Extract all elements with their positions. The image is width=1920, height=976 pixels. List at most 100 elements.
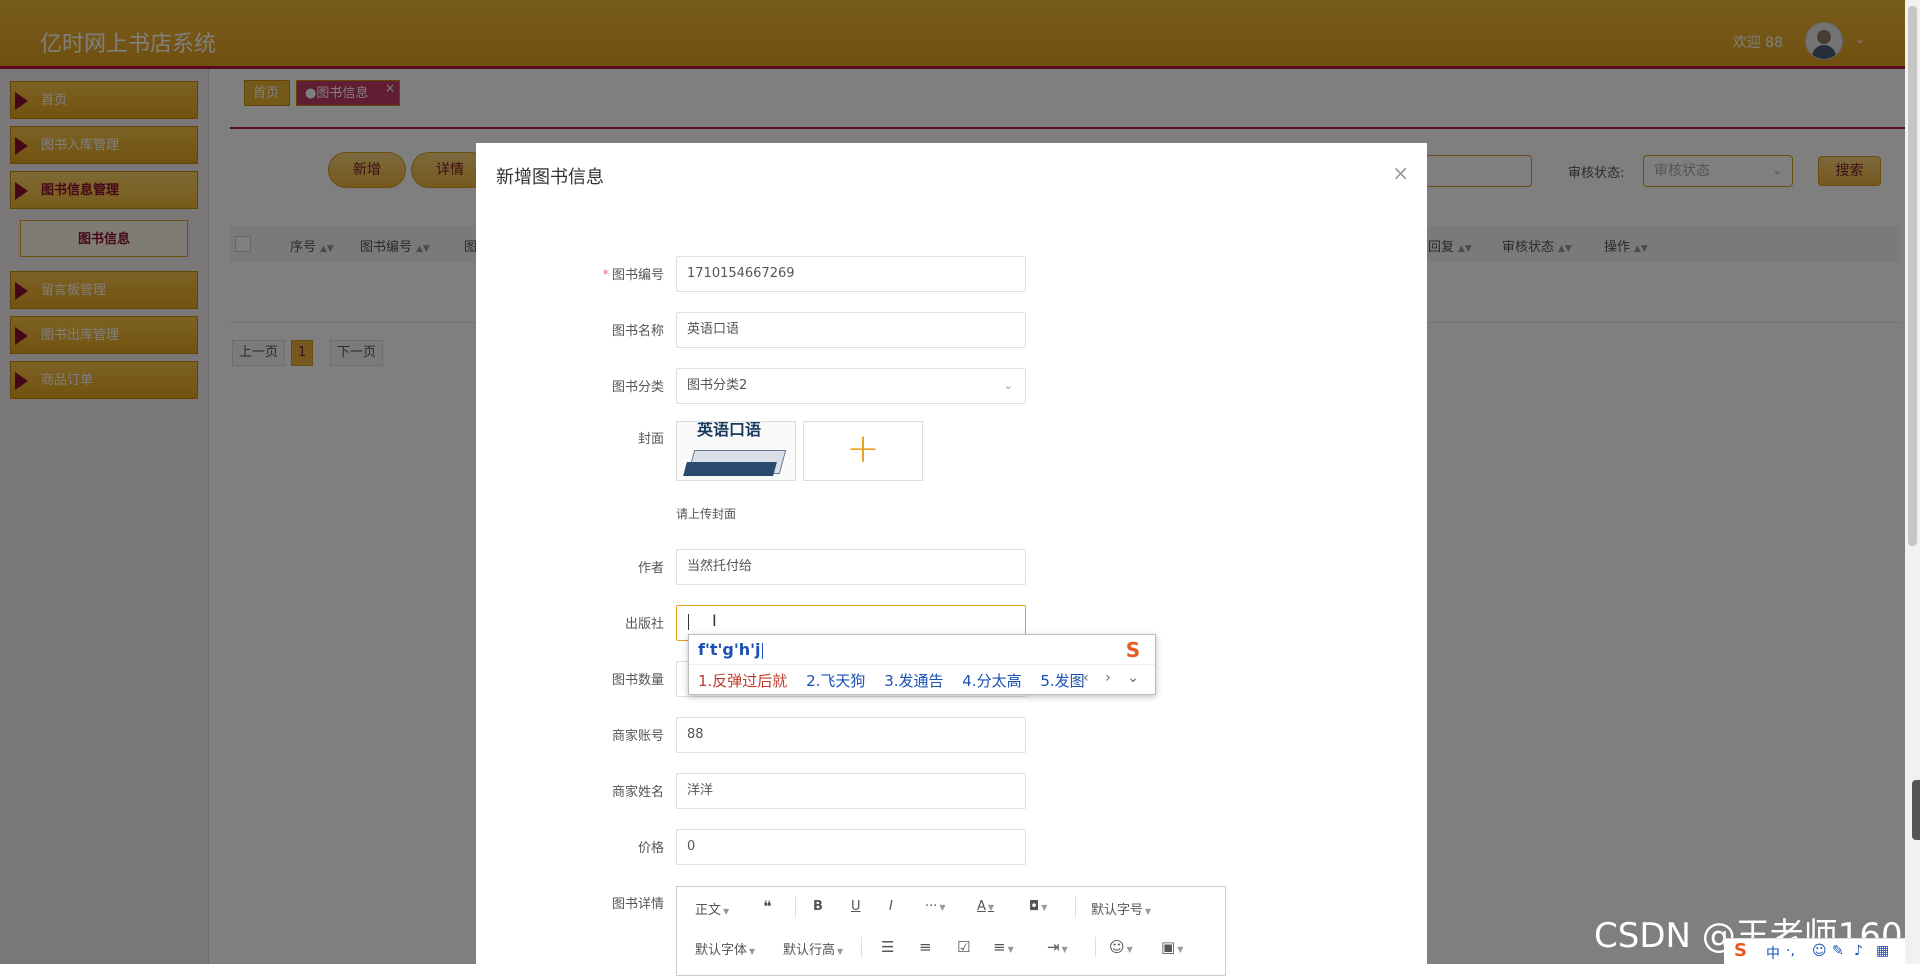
language-toggle[interactable]: 中 xyxy=(1766,943,1780,963)
caret-down-icon: ▼ xyxy=(1041,903,1048,912)
indent-dropdown[interactable]: ⇥ ▼ xyxy=(1047,938,1068,956)
ime-candidate-window: f't'g'h'j S 1.反弹过后就 2.飞天狗 3.发通告 4.分太高 5.… xyxy=(688,634,1156,695)
toolbar-label: 正文 xyxy=(695,903,722,918)
image-dropdown[interactable]: ▣ ▼ xyxy=(1161,938,1183,956)
background-color-icon: ◘ xyxy=(1029,899,1040,914)
label-merchant-name: 商家姓名 xyxy=(611,785,664,800)
caret-down-icon: ▼ xyxy=(749,947,756,956)
rich-text-editor[interactable]: 正文 ▼ ❝ B U I ··· ▼ A ▼ ◘ ▼ 默认字号 ▼ 默认字体 ▼ 默认行高 ▼… xyxy=(676,886,1226,976)
italic-icon[interactable]: I xyxy=(889,899,893,914)
cover-thumbnail-text: 英语口语 xyxy=(697,421,762,439)
more-icon: ··· xyxy=(925,899,938,914)
label-publisher: 出版社 xyxy=(624,617,664,632)
font-size-dropdown[interactable]: 默认字号 ▼ xyxy=(1091,899,1151,918)
underline-icon[interactable]: U xyxy=(851,899,861,914)
align-dropdown[interactable]: ≡ ▼ xyxy=(993,938,1014,956)
merchant-name-input[interactable]: 洋洋 xyxy=(676,773,1026,809)
caret-down-icon: ▼ xyxy=(723,907,730,916)
ime-candidate[interactable]: 3.发通告 xyxy=(884,672,943,690)
font-color-dropdown[interactable]: A ▼ xyxy=(977,899,994,914)
add-book-dialog: 新增图书信息 × * 图书编号 1710154667269 图书名称 英语口语 图… xyxy=(476,143,1427,976)
category-selected-value: 图书分类2 xyxy=(687,378,748,393)
label-author: 作者 xyxy=(637,561,664,576)
ime-candidate[interactable]: 1.反弹过后就 xyxy=(698,672,787,690)
punctuation-toggle[interactable]: ·, xyxy=(1786,943,1795,959)
quote-icon[interactable]: ❝ xyxy=(763,897,772,916)
font-color-icon: A xyxy=(977,899,986,914)
book-name-input[interactable]: 英语口语 xyxy=(676,312,1026,348)
cover-thumbnail[interactable]: 英语口语 xyxy=(676,421,796,481)
emoji-dropdown[interactable]: ☺ ▼ xyxy=(1109,938,1133,956)
text-caret xyxy=(688,614,689,630)
toolbox-grid-icon[interactable]: ▦ xyxy=(1876,943,1889,959)
todo-list-icon[interactable]: ☑ xyxy=(957,938,970,956)
ime-composition-text: f't'g'h'j xyxy=(698,640,761,659)
label-price: 价格 xyxy=(637,841,664,856)
toolbar-label: 默认字号 xyxy=(1091,903,1144,918)
side-panel-handle[interactable] xyxy=(1912,780,1920,840)
toolbar-separator xyxy=(1095,937,1096,957)
more-format-dropdown[interactable]: ··· ▼ xyxy=(925,899,946,914)
emoji-icon: ☺ xyxy=(1109,938,1125,956)
label-cover: 封面 xyxy=(637,432,664,447)
upload-cover-button[interactable]: + xyxy=(803,421,923,481)
emoji-icon[interactable]: ☺ xyxy=(1812,943,1827,959)
bold-icon[interactable]: B xyxy=(813,899,823,914)
book-illustration xyxy=(683,462,777,476)
author-input[interactable]: 当然托付给 xyxy=(676,549,1026,585)
bulleted-list-icon[interactable]: ☰ xyxy=(881,938,894,956)
paragraph-format-dropdown[interactable]: 正文 ▼ xyxy=(695,899,729,918)
caret-down-icon: ▼ xyxy=(987,903,995,912)
indent-icon: ⇥ xyxy=(1047,938,1060,956)
ime-composition: f't'g'h'j xyxy=(698,640,763,659)
caret-down-icon: ▼ xyxy=(939,903,946,912)
line-height-dropdown[interactable]: 默认行高 ▼ xyxy=(783,939,843,958)
merchant-account-input[interactable]: 88 xyxy=(676,717,1026,753)
toolbar-label: 默认字体 xyxy=(695,943,748,958)
caret-down-icon: ▼ xyxy=(837,947,844,956)
toolbar-label: 默认行高 xyxy=(783,943,836,958)
caret-down-icon: ▼ xyxy=(1145,907,1152,916)
ime-status-bar: S 中 ·, ☺ ✎ ♪ ▦ xyxy=(1724,938,1905,965)
scrollbar-thumb[interactable] xyxy=(1908,6,1917,546)
label-detail: 图书详情 xyxy=(611,897,664,912)
plus-icon: + xyxy=(846,426,880,472)
ime-separator xyxy=(689,664,1155,665)
sogou-logo-icon[interactable]: S xyxy=(1119,637,1147,663)
book-no-input[interactable]: 1710154667269 xyxy=(676,256,1026,292)
caret-down-icon: ▼ xyxy=(1061,945,1068,954)
cover-hint: 请上传封面 xyxy=(676,507,737,521)
category-select[interactable]: 图书分类2 ⌄ xyxy=(676,368,1026,404)
ime-page-nav-icon[interactable]: ‹ › ⌄ xyxy=(1083,670,1145,686)
price-input[interactable]: 0 xyxy=(676,829,1026,865)
handwriting-pen-icon[interactable]: ✎ xyxy=(1832,943,1844,959)
caret-down-icon: ▼ xyxy=(1007,945,1014,954)
label-book-name: 图书名称 xyxy=(611,324,664,339)
label-merchant-account: 商家账号 xyxy=(611,729,664,744)
ibeam-cursor-icon: I xyxy=(712,611,717,630)
toolbar-separator xyxy=(861,937,862,957)
ime-candidate[interactable]: 5.发图 xyxy=(1040,672,1084,690)
background-color-dropdown[interactable]: ◘ ▼ xyxy=(1029,899,1047,914)
align-icon: ≡ xyxy=(993,938,1006,956)
label-category: 图书分类 xyxy=(611,380,664,395)
required-mark: * xyxy=(602,268,609,283)
close-icon[interactable]: × xyxy=(1392,161,1409,185)
toolbar-separator xyxy=(1075,897,1076,917)
numbered-list-icon[interactable]: ≡ xyxy=(919,938,932,956)
ime-candidate[interactable]: 4.分太高 xyxy=(962,672,1021,690)
label-text: 图书编号 xyxy=(611,268,664,283)
ime-candidate[interactable]: 2.飞天狗 xyxy=(806,672,865,690)
microphone-icon[interactable]: ♪ xyxy=(1854,943,1863,959)
sogou-logo-icon[interactable]: S xyxy=(1734,940,1747,961)
toolbar-separator xyxy=(795,897,796,917)
chevron-down-icon: ⌄ xyxy=(1003,379,1013,392)
image-icon: ▣ xyxy=(1161,938,1176,956)
caret-down-icon: ▼ xyxy=(1177,945,1184,954)
ime-candidates: 1.反弹过后就 2.飞天狗 3.发通告 4.分太高 5.发图 xyxy=(698,670,1099,691)
dialog-title: 新增图书信息 xyxy=(496,167,604,188)
font-family-dropdown[interactable]: 默认字体 ▼ xyxy=(695,939,755,958)
label-book-no: * 图书编号 xyxy=(564,264,664,283)
caret-down-icon: ▼ xyxy=(1126,945,1133,954)
label-quantity: 图书数量 xyxy=(611,673,664,688)
